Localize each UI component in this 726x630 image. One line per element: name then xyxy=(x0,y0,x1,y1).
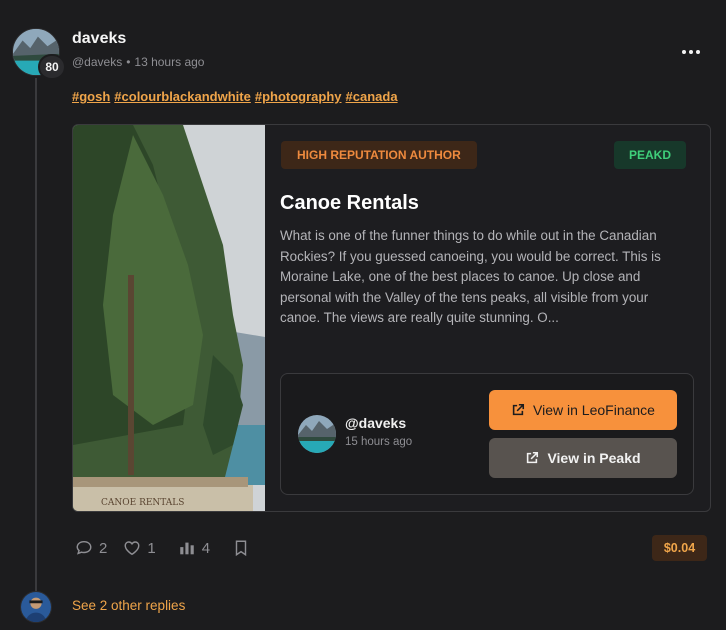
external-link-icon xyxy=(512,403,525,416)
leofinance-button-label: View in LeoFinance xyxy=(533,402,655,418)
bookmark-icon xyxy=(235,540,247,557)
view-in-peakd-button[interactable]: View in Peakd xyxy=(489,438,677,478)
author-info-box: @daveks 15 hours ago View in LeoFinance … xyxy=(280,373,694,495)
bar-chart-icon xyxy=(179,542,194,555)
likes-count: 1 xyxy=(147,539,156,557)
post-thumbnail[interactable]: CANOE RENTALS xyxy=(73,125,265,511)
thread-line xyxy=(35,78,37,594)
bookmark-button[interactable] xyxy=(232,539,250,557)
tag-link[interactable]: #photography xyxy=(255,89,342,104)
post-preview-card[interactable]: CANOE RENTALS HIGH REPUTATION AUTHOR PEA… xyxy=(72,124,711,512)
see-other-replies-link[interactable]: See 2 other replies xyxy=(72,598,185,613)
peakd-button-label: View in Peakd xyxy=(547,450,641,466)
post-meta: @daveks • 13 hours ago xyxy=(72,55,204,69)
author-name[interactable]: daveks xyxy=(72,30,126,48)
platform-badge: PEAKD xyxy=(614,141,686,169)
sign-text: CANOE RENTALS xyxy=(101,498,184,508)
reputation-value: 80 xyxy=(40,56,64,78)
reputation-badge: 80 xyxy=(38,54,66,80)
comment-icon xyxy=(76,540,92,555)
meta-separator: • xyxy=(126,55,131,69)
votes-count: 4 xyxy=(201,539,211,557)
dot-icon xyxy=(696,50,700,54)
heart-icon xyxy=(124,541,140,556)
payout-badge[interactable]: $0.04 xyxy=(652,535,707,561)
author-handle[interactable]: @daveks xyxy=(72,55,122,69)
dot-icon xyxy=(689,50,693,54)
card-post-time: 15 hours ago xyxy=(345,436,413,448)
lake-avatar-image xyxy=(298,415,336,453)
like-button[interactable]: 1 xyxy=(123,539,156,557)
comments-button[interactable]: 2 xyxy=(75,539,107,557)
reply-user-avatar[interactable] xyxy=(20,591,52,623)
tag-link[interactable]: #colourblackandwhite xyxy=(114,89,251,104)
dot-icon xyxy=(682,50,686,54)
post-actions: 2 1 4 xyxy=(75,538,250,558)
tag-link[interactable]: #canada xyxy=(346,89,398,104)
tag-list: #gosh #colourblackandwhite #photography … xyxy=(72,89,398,104)
post-excerpt: What is one of the funner things to do w… xyxy=(280,228,661,325)
author-avatar[interactable]: 80 xyxy=(12,28,66,80)
post-title[interactable]: Canoe Rentals xyxy=(280,192,419,215)
user-photo xyxy=(21,592,51,622)
tag-link[interactable]: #gosh xyxy=(72,89,110,104)
post-time: 13 hours ago xyxy=(134,55,205,69)
more-options-button[interactable] xyxy=(678,42,704,62)
view-in-leofinance-button[interactable]: View in LeoFinance xyxy=(489,390,677,430)
votes-button[interactable]: 4 xyxy=(178,539,210,557)
high-reputation-badge: HIGH REPUTATION AUTHOR xyxy=(281,141,477,169)
forest-photo: CANOE RENTALS xyxy=(73,125,265,511)
card-author-handle[interactable]: @daveks xyxy=(345,415,406,431)
comments-count: 2 xyxy=(99,539,108,557)
card-author-avatar[interactable] xyxy=(298,415,336,453)
external-link-icon xyxy=(527,451,539,464)
